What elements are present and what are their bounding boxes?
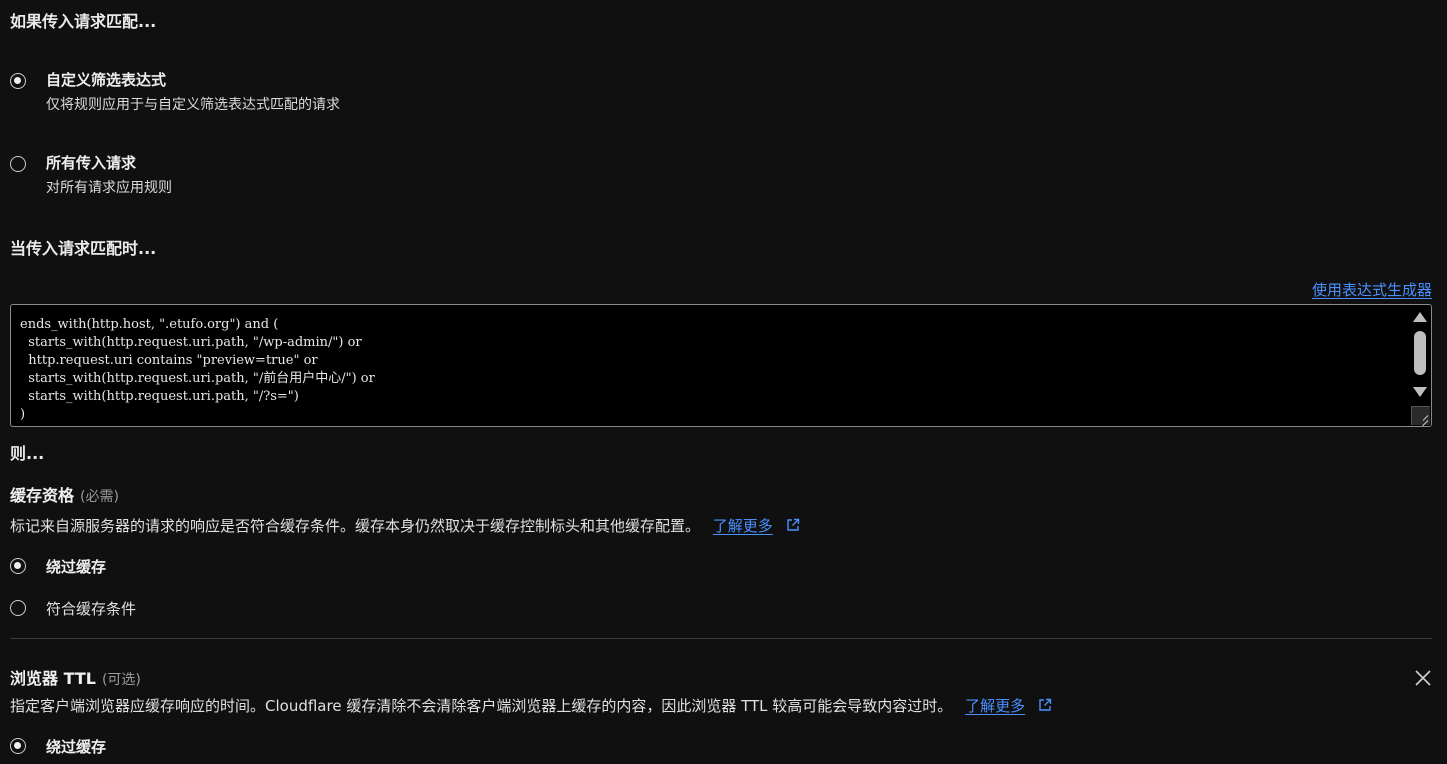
match-option-custom-filter-label: 自定义筛选表达式 <box>46 71 167 89</box>
cache-eligibility-learn-more-link[interactable]: 了解更多 <box>713 517 773 535</box>
expression-editor[interactable]: ends_with(http.host, ".etufo.org") and (… <box>10 304 1432 427</box>
cache-eligibility-title: 缓存资格 (必需) <box>10 482 119 506</box>
expression-line: starts_with(http.request.uri.path, "/wp-… <box>20 335 362 350</box>
close-icon[interactable] <box>1414 669 1432 687</box>
expression-line: starts_with(http.request.uri.path, "/前台用… <box>20 371 375 386</box>
radio-all-requests[interactable] <box>10 156 26 172</box>
match-option-all-requests-description: 对所有请求应用规则 <box>46 180 172 196</box>
external-link-icon[interactable] <box>1038 698 1052 712</box>
browser-ttl-description-text: 指定客户端浏览器应缓存响应的时间。Cloudflare 缓存清除不会清除客户端浏… <box>10 697 953 715</box>
match-section-title: 如果传入请求匹配... <box>10 12 157 31</box>
radio-bypass-cache[interactable] <box>10 558 26 574</box>
browser-ttl-description: 指定客户端浏览器应缓存响应的时间。Cloudflare 缓存清除不会清除客户端浏… <box>10 695 1052 716</box>
browser-ttl-title: 浏览器 TTL (可选) <box>10 665 141 689</box>
section-divider <box>10 638 1432 639</box>
radio-eligible-for-cache[interactable] <box>10 600 26 616</box>
cache-eligibility-label: 缓存资格 <box>10 486 75 505</box>
match-option-custom-filter-description: 仅将规则应用于与自定义筛选表达式匹配的请求 <box>46 97 340 113</box>
scroll-down-arrow-icon[interactable] <box>1413 387 1427 397</box>
expression-line: ends_with(http.host, ".etufo.org") and ( <box>20 317 279 332</box>
scroll-up-arrow-icon[interactable] <box>1413 312 1427 322</box>
match-option-all-requests-label: 所有传入请求 <box>46 154 137 172</box>
expression-builder-link[interactable]: 使用表达式生成器 <box>1312 279 1432 300</box>
browser-ttl-optional-hint: (可选) <box>101 672 141 688</box>
expression-code[interactable]: ends_with(http.host, ".etufo.org") and (… <box>20 316 375 424</box>
cache-eligibility-required-hint: (必需) <box>80 489 119 505</box>
scroll-thumb[interactable] <box>1414 331 1426 375</box>
cache-eligibility-description: 标记来自源服务器的请求的响应是否符合缓存条件。缓存本身仍然取决于缓存控制标头和其… <box>10 515 800 536</box>
cache-option-bypass-label: 绕过缓存 <box>46 558 107 576</box>
radio-custom-filter[interactable] <box>10 73 26 89</box>
expression-line: starts_with(http.request.uri.path, "/?s=… <box>20 389 299 404</box>
expression-line: http.request.uri contains "preview=true"… <box>20 353 318 368</box>
expression-line: ) <box>20 407 26 422</box>
cache-option-eligible-label: 符合缓存条件 <box>46 600 137 618</box>
browser-ttl-option-bypass-label: 绕过缓存 <box>46 738 107 756</box>
then-section-title: 则... <box>10 444 45 463</box>
radio-browser-ttl-bypass[interactable] <box>10 738 26 754</box>
external-link-icon[interactable] <box>786 518 800 532</box>
browser-ttl-label: 浏览器 TTL <box>10 669 96 688</box>
when-section-title: 当传入请求匹配时... <box>10 239 157 258</box>
cache-eligibility-description-text: 标记来自源服务器的请求的响应是否符合缓存条件。缓存本身仍然取决于缓存控制标头和其… <box>10 517 701 535</box>
resize-grip-icon[interactable] <box>1411 406 1430 425</box>
browser-ttl-learn-more-link[interactable]: 了解更多 <box>965 697 1025 715</box>
